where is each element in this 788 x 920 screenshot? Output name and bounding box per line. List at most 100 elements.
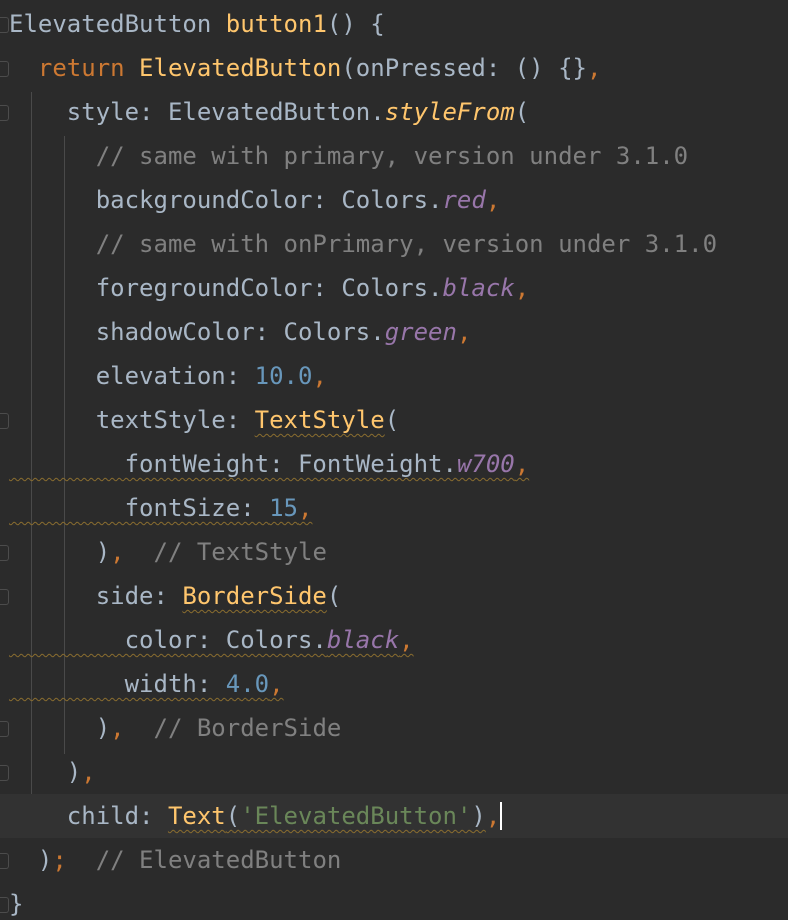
code-text: }: [9, 882, 23, 920]
code-text: backgroundColor: Colors.red,: [9, 178, 501, 222]
code-token: fontWeight: FontWeight.: [9, 450, 457, 478]
code-token: black: [442, 274, 515, 302]
code-line[interactable]: }: [0, 882, 788, 920]
code-line[interactable]: ),: [0, 750, 788, 794]
code-line[interactable]: textStyle: TextStyle(: [0, 398, 788, 442]
code-token: ,: [110, 714, 125, 742]
code-line[interactable]: ); // ElevatedButton: [0, 838, 788, 882]
code-token: shadowColor: Colors.: [9, 318, 385, 346]
code-token: child:: [9, 802, 168, 830]
code-token: }: [9, 890, 24, 918]
code-token: ElevatedButton: [9, 10, 226, 38]
code-token: (: [384, 406, 400, 434]
code-text: elevation: 10.0,: [9, 354, 327, 398]
code-text: child: Text('ElevatedButton'),: [9, 794, 503, 838]
code-line[interactable]: // same with primary, version under 3.1.…: [0, 134, 788, 178]
fold-marker-icon[interactable]: [0, 413, 9, 429]
code-line[interactable]: ElevatedButton button1() {: [0, 2, 788, 46]
code-line[interactable]: return ElevatedButton(onPressed: () {},: [0, 46, 788, 90]
code-text: ); // ElevatedButton: [9, 838, 341, 882]
code-line[interactable]: fontWeight: FontWeight.w700,: [0, 442, 788, 486]
code-line[interactable]: width: 4.0,: [0, 662, 788, 706]
code-token: w700: [456, 450, 515, 478]
code-token: ): [9, 538, 111, 566]
code-token: // same with primary, version under 3.1.…: [9, 142, 689, 170]
code-token: ,: [514, 274, 530, 302]
code-token: red: [442, 186, 486, 214]
code-token: ,: [586, 54, 602, 82]
code-token: // BorderSide: [124, 714, 342, 742]
code-token: side:: [9, 582, 183, 610]
code-token: green: [384, 318, 457, 346]
code-token: ;: [52, 846, 67, 874]
code-token: // TextStyle: [124, 538, 327, 566]
code-text: foregroundColor: Colors.black,: [9, 266, 530, 310]
code-token: style: ElevatedButton.: [9, 98, 385, 126]
code-token: fontSize:: [9, 494, 270, 522]
text-cursor: [500, 802, 503, 830]
code-token: textStyle:: [9, 406, 255, 434]
code-text: shadowColor: Colors.green,: [9, 310, 472, 354]
code-line[interactable]: ), // BorderSide: [0, 706, 788, 750]
code-token: foregroundColor: Colors.: [9, 274, 443, 302]
code-token: backgroundColor: Colors.: [9, 186, 443, 214]
code-token: ,: [514, 450, 530, 478]
code-text: style: ElevatedButton.styleFrom(: [9, 90, 529, 134]
code-token: 'ElevatedButton': [240, 802, 472, 830]
fold-marker-icon[interactable]: [0, 61, 9, 77]
code-token: (: [514, 98, 530, 126]
code-editor[interactable]: ElevatedButton button1() { return Elevat…: [0, 0, 788, 920]
code-text: side: BorderSide(: [9, 574, 342, 618]
fold-marker-icon[interactable]: [0, 105, 9, 121]
code-text: color: Colors.black,: [9, 618, 414, 662]
fold-marker-icon[interactable]: [0, 765, 9, 781]
code-token: ): [9, 846, 53, 874]
code-text: fontSize: 15,: [9, 486, 313, 530]
code-token: (: [225, 802, 241, 830]
code-line[interactable]: foregroundColor: Colors.black,: [0, 266, 788, 310]
code-line[interactable]: ), // TextStyle: [0, 530, 788, 574]
code-token: () {: [326, 10, 385, 38]
code-text: // same with primary, version under 3.1.…: [9, 134, 688, 178]
code-text: ), // BorderSide: [9, 706, 342, 750]
code-token: // same with onPrimary, version under 3.…: [9, 230, 718, 258]
code-token: ,: [269, 670, 284, 698]
fold-marker-icon[interactable]: [0, 589, 9, 605]
fold-marker-icon[interactable]: [0, 17, 9, 33]
code-line[interactable]: side: BorderSide(: [0, 574, 788, 618]
code-token: // ElevatedButton: [66, 846, 342, 874]
code-token: (onPressed: () {}: [341, 54, 587, 82]
code-token: 15: [269, 494, 298, 522]
code-token: return: [9, 54, 140, 82]
fold-marker-icon[interactable]: [0, 545, 9, 561]
code-line[interactable]: elevation: 10.0,: [0, 354, 788, 398]
code-line[interactable]: color: Colors.black,: [0, 618, 788, 662]
fold-marker-icon[interactable]: [0, 897, 9, 913]
code-token: 10.0: [254, 362, 313, 390]
code-token: BorderSide: [182, 582, 327, 610]
code-token: ,: [456, 318, 472, 346]
code-line[interactable]: shadowColor: Colors.green,: [0, 310, 788, 354]
code-token: color: Colors.: [9, 626, 327, 654]
code-token: ,: [298, 494, 313, 522]
code-token: styleFrom: [384, 98, 515, 126]
code-token: ElevatedButton: [139, 54, 342, 82]
code-line[interactable]: style: ElevatedButton.styleFrom(: [0, 90, 788, 134]
code-line[interactable]: fontSize: 15,: [0, 486, 788, 530]
code-token: 4.0: [225, 670, 270, 698]
code-token: ,: [485, 802, 501, 830]
code-token: Text: [167, 802, 226, 830]
fold-marker-icon[interactable]: [0, 721, 9, 737]
code-text: // same with onPrimary, version under 3.…: [9, 222, 717, 266]
code-token: ): [9, 714, 111, 742]
code-token: black: [326, 626, 400, 654]
code-text: return ElevatedButton(onPressed: () {},: [9, 46, 602, 90]
code-line[interactable]: // same with onPrimary, version under 3.…: [0, 222, 788, 266]
code-token: ,: [312, 362, 327, 390]
code-text: fontWeight: FontWeight.w700,: [9, 442, 530, 486]
fold-marker-icon[interactable]: [0, 853, 9, 869]
code-line[interactable]: child: Text('ElevatedButton'),: [0, 794, 788, 838]
code-text: ),: [9, 750, 96, 794]
code-token: elevation:: [9, 362, 255, 390]
code-line[interactable]: backgroundColor: Colors.red,: [0, 178, 788, 222]
